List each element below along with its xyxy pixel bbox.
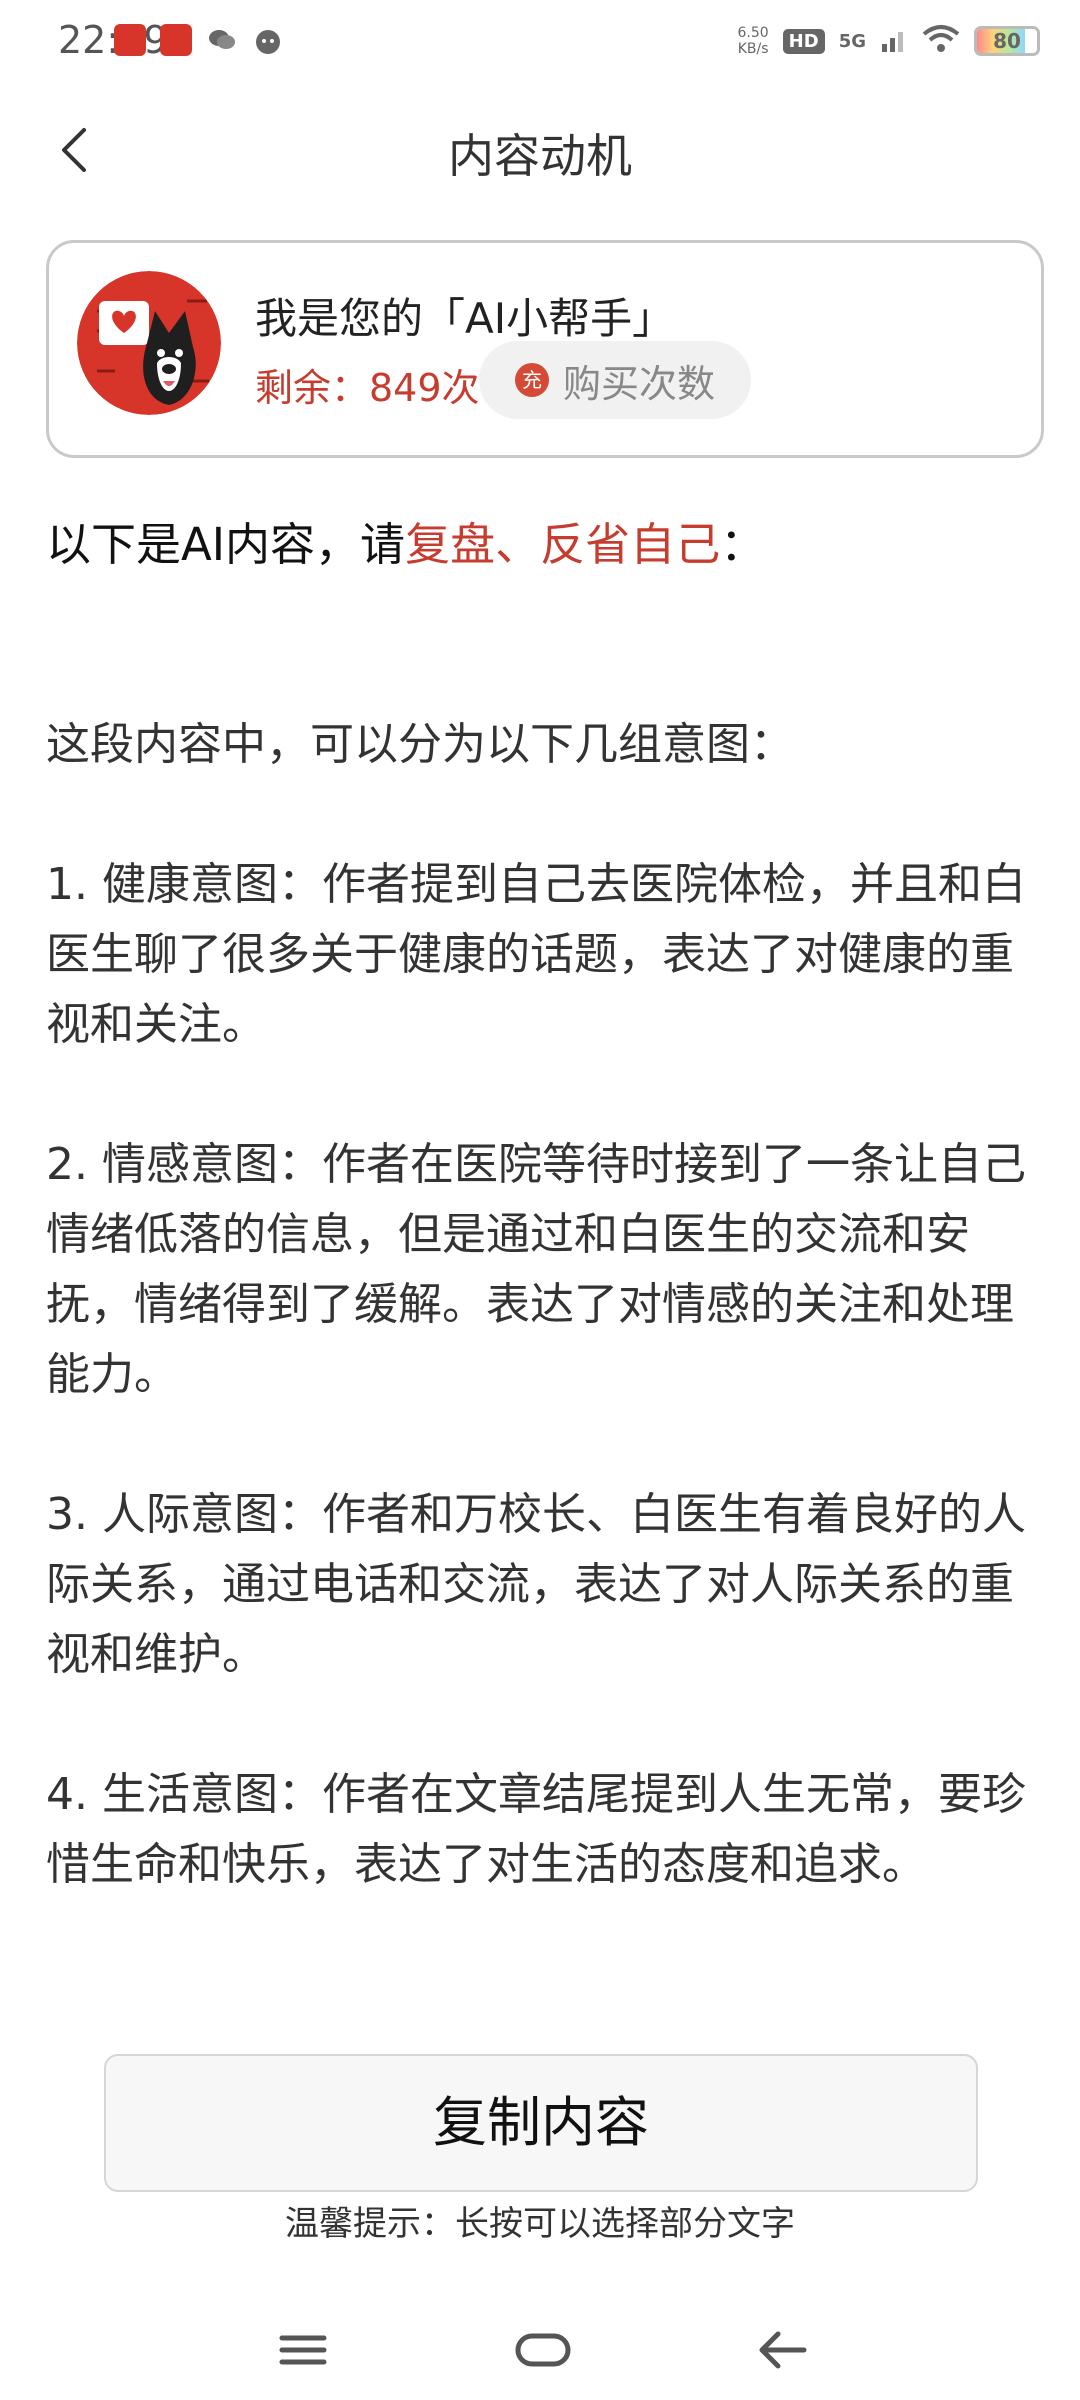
menu-button[interactable] [268, 2320, 338, 2380]
battery-level: 80 [993, 29, 1021, 53]
intro-highlight: 复盘、反省自己 [405, 518, 721, 571]
wifi-icon [922, 24, 960, 58]
charge-icon: 充 [514, 363, 549, 397]
content-paragraph: 3. 人际意图：作者和万校长、白医生有着良好的人际关系，通过电话和交流，表达了对… [46, 1489, 1026, 1680]
intro-line: 以下是AI内容，请复盘、反省自己： [46, 508, 765, 573]
hint-text: 温馨提示：长按可以选择部分文字 [285, 2204, 795, 2244]
content-paragraph: 这段内容中，可以分为以下几组意图： [46, 719, 794, 770]
system-nav-bar [0, 2300, 1080, 2400]
page-title: 内容动机 [448, 129, 632, 183]
network-speed-unit: KB/s [737, 41, 769, 57]
assistant-card: 我是您的「AI小帮手」 剩余：849次 充 购买次数 [46, 240, 1044, 458]
status-bar: 22:49 6.50 KB/s HD 5G 80 [0, 0, 1080, 84]
top-bar: 内容动机 [0, 100, 1080, 200]
assistant-avatar [77, 271, 221, 415]
copy-content-button[interactable]: 复制内容 [104, 2054, 978, 2192]
buy-count-button[interactable]: 充 购买次数 [479, 341, 751, 419]
signal-bars-icon [880, 26, 908, 56]
nav-back-button[interactable] [748, 2320, 818, 2380]
home-button[interactable] [508, 2320, 578, 2380]
remaining-count: 剩余：849次 [255, 366, 480, 410]
network-speed-value: 6.50 [737, 25, 769, 41]
ai-content: 这段内容中，可以分为以下几组意图： 1. 健康意图：作者提到自己去医院体检，并且… [46, 710, 1026, 1970]
content-paragraph: 1. 健康意图：作者提到自己去医院体检，并且和白医生聊了很多关于健康的话题，表达… [46, 859, 1026, 1050]
content-paragraph: 4. 生活意图：作者在文章结尾提到人生无常，要珍惜生命和快乐，表达了对生活的态度… [46, 1769, 1026, 1890]
intro-suffix: ： [720, 518, 766, 571]
battery-icon: 80 [974, 26, 1040, 56]
status-time: 22:49 [58, 18, 168, 62]
home-icon [515, 2333, 571, 2367]
status-right: 6.50 KB/s HD 5G 80 [738, 16, 1040, 66]
buy-count-label: 购买次数 [562, 361, 715, 406]
hd-badge: HD [782, 28, 825, 54]
signal-5g: 5G [838, 30, 866, 52]
assistant-name: 我是您的「AI小帮手」 [255, 294, 675, 343]
content-paragraph: 2. 情感意图：作者在医院等待时接到了一条让自己情绪低落的信息，但是通过和白医生… [46, 1139, 1026, 1400]
menu-icon [279, 2335, 327, 2365]
intro-prefix: 以下是AI内容，请 [46, 518, 406, 571]
wechat-icon [206, 24, 238, 56]
cat-app-icon [252, 24, 284, 56]
app-notification-icon [160, 24, 192, 56]
back-arrow-icon [759, 2331, 807, 2369]
app-notification-icon [114, 24, 146, 56]
network-speed: 6.50 KB/s [738, 25, 769, 57]
